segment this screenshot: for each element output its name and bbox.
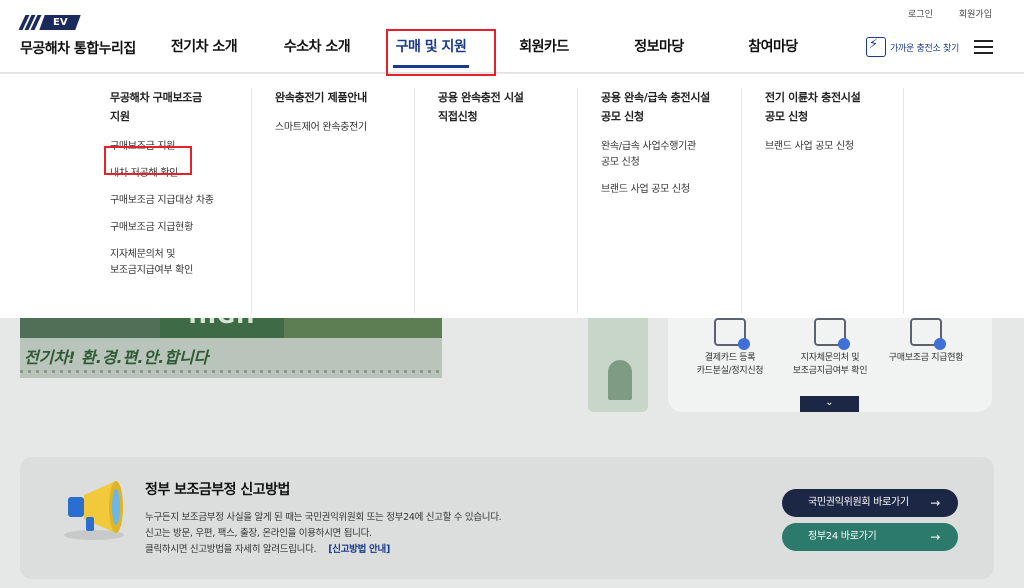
menu-column-title[interactable]: 전기 이륜차 충전시설 공모 신청: [765, 88, 895, 126]
menu-column-title[interactable]: 공용 완속충전 시설 직접신청: [438, 88, 569, 126]
megaphone-icon: [64, 481, 124, 540]
menu-column-public-charging-apply: 공용 완속충전 시설 직접신청: [415, 88, 578, 314]
menu-item-operator-contest[interactable]: 완속/급속 사업수행기관 공모 신청: [601, 139, 733, 171]
menu-item-payment-status[interactable]: 구매보조금 지급현황: [110, 220, 243, 236]
nav-ev-intro[interactable]: 전기차 소개: [150, 30, 258, 70]
menu-item-local-contact[interactable]: 지자체문의처 및 보조금지급여부 확인: [110, 247, 243, 279]
mega-menu: 무공해차 구매보조금 지원 구매보조금 지원 내차 저공해 확인 구매보조금 지…: [0, 74, 1024, 318]
menu-column-title[interactable]: 완속충전기 제품안내: [275, 88, 406, 107]
menu-item-brand-contest-2w[interactable]: 브랜드 사업 공모 신청: [765, 139, 895, 155]
site-logo[interactable]: EV 무공해차 통합누리집: [18, 15, 140, 57]
banner-slogan: 전기차! 환.경.편.안.합니다: [24, 348, 209, 367]
menu-column-title[interactable]: 공용 완속/급속 충전시설 공모 신청: [601, 88, 733, 126]
quick-link-payment-status[interactable]: 구매보조금 지급현황: [876, 318, 976, 365]
menu-item-smart-charger[interactable]: 스마트제어 완속충전기: [275, 120, 406, 136]
quick-link-card-register[interactable]: 결제카드 등록 카드분실/정지신청: [680, 318, 780, 378]
main-nav: 전기차 소개 수소차 소개 구매 및 지원 회원카드 정보마당 참여마당: [150, 30, 830, 70]
subsidy-fraud-report-box: 정부 보조금부정 신고방법 누구든지 보조금부정 사실을 알게 된 때는 국민권…: [20, 457, 994, 579]
report-description: 누구든지 보조금부정 사실을 알게 된 때는 국민권익위원회 또는 정부24에 …: [145, 512, 502, 555]
signup-link[interactable]: 회원가입: [959, 7, 992, 20]
nav-info[interactable]: 정보마당: [602, 30, 716, 70]
nav-participation[interactable]: 참여마당: [716, 30, 830, 70]
menu-column-two-wheeler: 전기 이륜차 충전시설 공모 신청 브랜드 사업 공모 신청: [742, 88, 904, 314]
site-header: EV 무공해차 통합누리집 로그인 회원가입 전기차 소개 수소차 소개 구매 …: [0, 0, 1024, 73]
ev-logo-badge: EV: [18, 15, 81, 30]
document-won-icon: [910, 318, 946, 350]
menu-column-subsidy: 무공해차 구매보조금 지원 구매보조금 지원 내차 저공해 확인 구매보조금 지…: [87, 88, 252, 314]
arrow-right-icon: →: [930, 496, 940, 510]
menu-column-charging-contest: 공용 완속/급속 충전시설 공모 신청 완속/급속 사업수행기관 공모 신청 브…: [578, 88, 742, 314]
hamburger-icon[interactable]: [974, 40, 993, 54]
bank-icon: [814, 318, 850, 350]
nav-hydrogen-intro[interactable]: 수소차 소개: [258, 30, 376, 70]
menu-column-title[interactable]: 무공해차 구매보조금 지원: [110, 88, 243, 126]
menu-item-low-emission-check[interactable]: 내차 저공해 확인: [110, 166, 243, 182]
nav-purchase-support[interactable]: 구매 및 지원: [376, 30, 486, 70]
utility-links: 로그인 회원가입: [908, 7, 992, 20]
arrow-right-icon: →: [930, 530, 940, 544]
logo-text: 무공해차 통합누리집: [20, 41, 136, 57]
menu-column-slow-charger: 완속충전기 제품안내 스마트제어 완속충전기: [252, 88, 415, 314]
login-link[interactable]: 로그인: [908, 7, 933, 20]
acrc-link-button[interactable]: 국민권익위원회 바로가기 →: [782, 489, 958, 517]
find-charger-button[interactable]: 가까운 충전소 찾기: [866, 37, 959, 57]
menu-item-eligible-models[interactable]: 구매보조금 지급대상 차종: [110, 193, 243, 209]
card-icon: [714, 318, 750, 350]
quick-link-local-contact[interactable]: 지자체문의처 및 보조금지급여부 확인: [780, 318, 880, 378]
find-charger-label: 가까운 충전소 찾기: [890, 43, 959, 54]
report-title: 정부 보조금부정 신고방법: [145, 482, 290, 498]
gov24-link-button[interactable]: 정부24 바로가기 →: [782, 523, 958, 551]
charger-icon: [866, 37, 886, 57]
report-guide-link[interactable]: [신고방법 안내]: [328, 544, 390, 555]
menu-item-subsidy-support[interactable]: 구매보조금 지원: [110, 139, 243, 155]
chevron-down-icon[interactable]: ⌄: [800, 396, 859, 412]
nav-member-card[interactable]: 회원카드: [486, 30, 602, 70]
menu-item-brand-contest[interactable]: 브랜드 사업 공모 신청: [601, 182, 733, 198]
